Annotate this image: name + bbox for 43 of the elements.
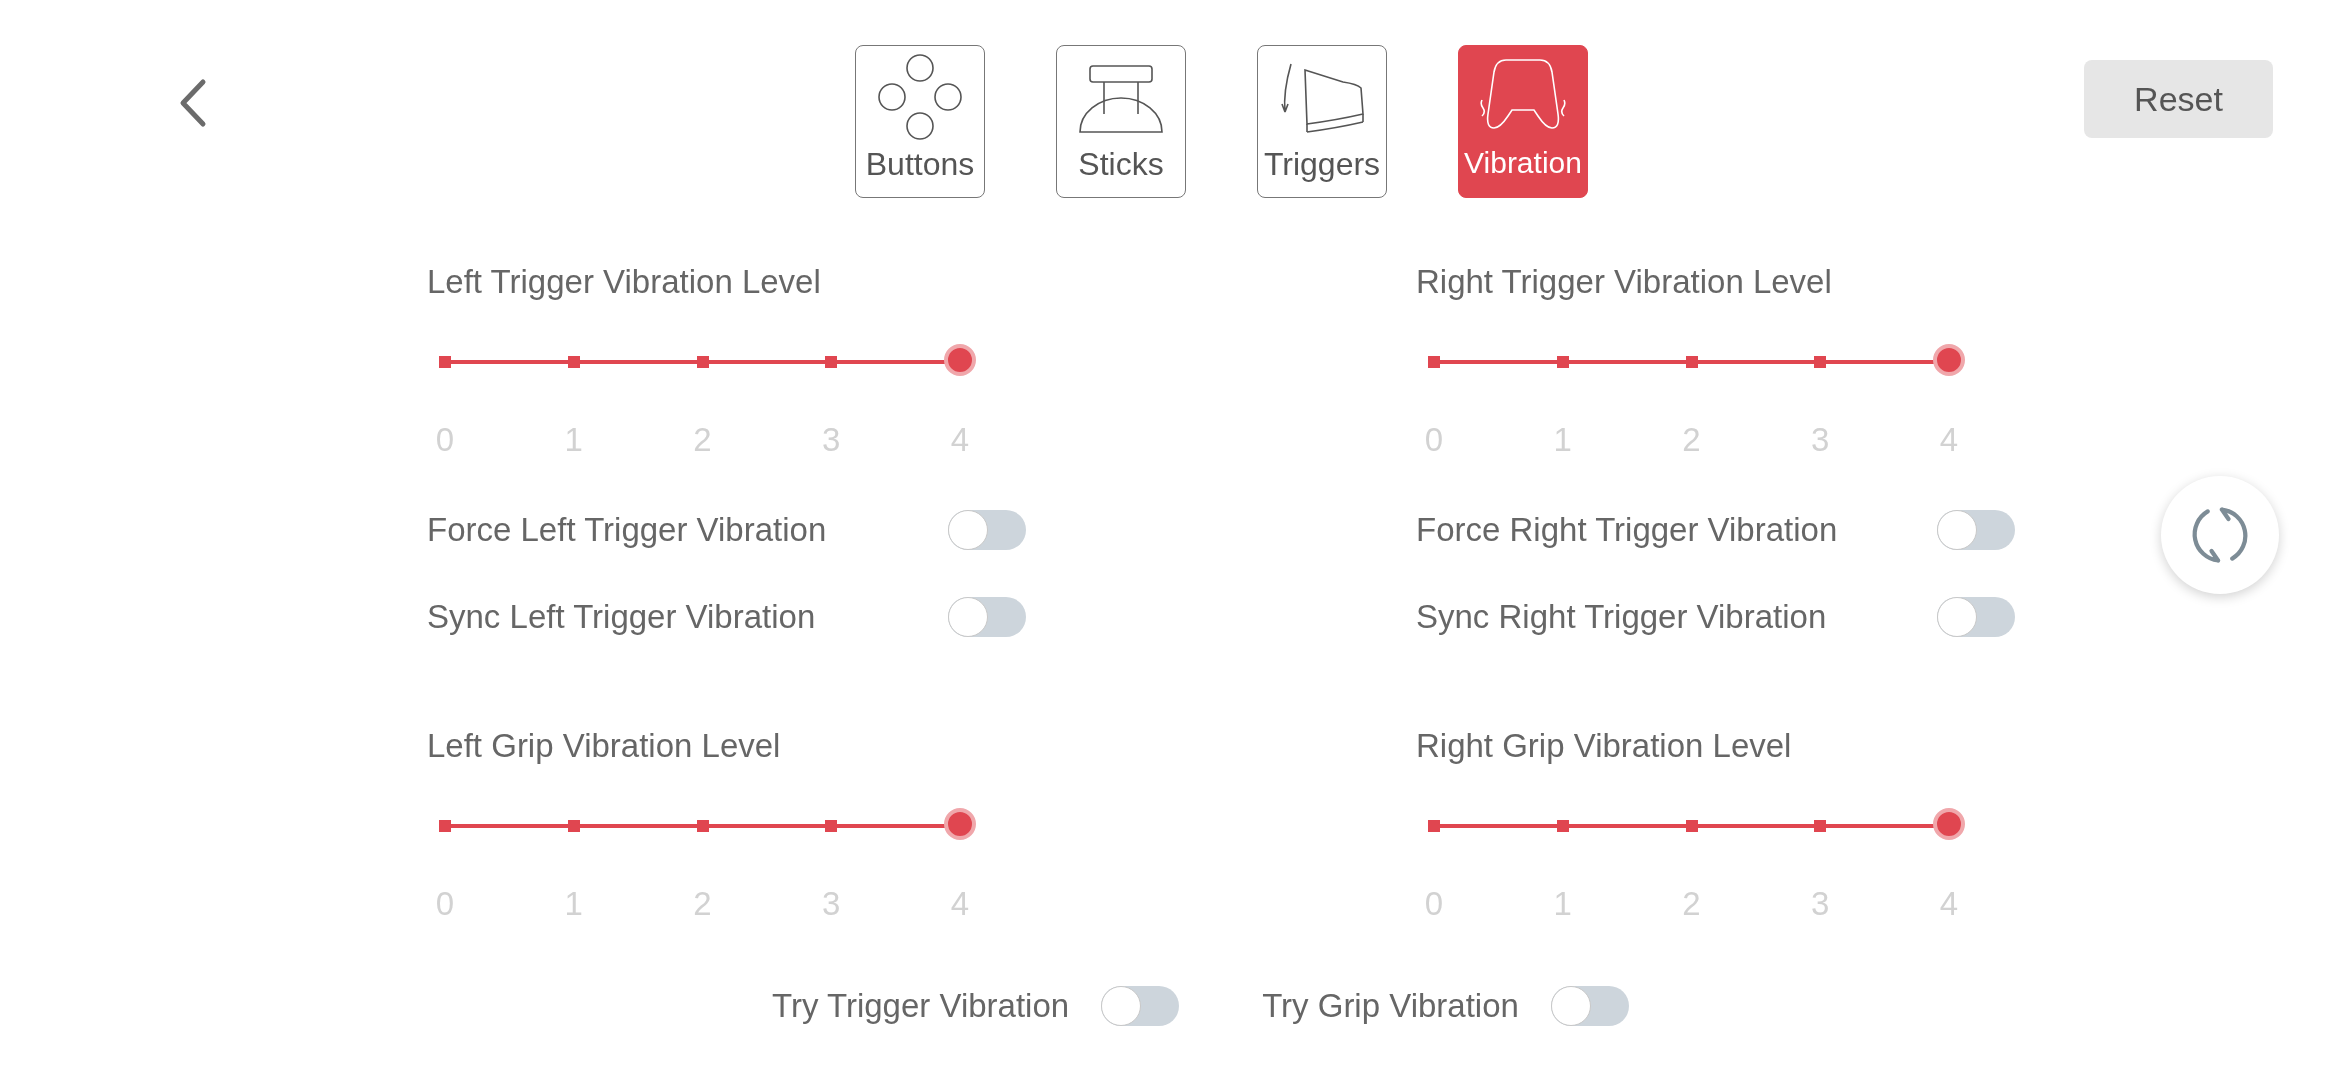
slider-thumb[interactable] <box>1933 344 1965 376</box>
toggle-switch[interactable] <box>948 510 1026 550</box>
slider-thumb[interactable] <box>944 808 976 840</box>
tick-mark <box>1556 356 1569 368</box>
tick-mark <box>1814 820 1827 832</box>
toggle-label: Force Left Trigger Vibration <box>427 510 828 550</box>
tick-mark <box>1685 820 1698 832</box>
toggle-label: Try Grip Vibration <box>1262 986 1519 1026</box>
tab[interactable]: Vibration <box>1458 45 1588 198</box>
tick-mark <box>1428 820 1440 832</box>
tab[interactable]: Buttons <box>855 45 985 198</box>
tick-mark <box>1556 820 1569 832</box>
tick-mark <box>439 820 451 832</box>
tick-mark <box>567 820 580 832</box>
tick-mark <box>696 820 709 832</box>
toggle-switch[interactable] <box>1937 597 2015 637</box>
tick-mark <box>567 356 580 368</box>
toggle-label: Sync Left Trigger Vibration <box>427 597 817 637</box>
tab[interactable]: Sticks <box>1056 45 1186 198</box>
toggle-switch[interactable] <box>1550 986 1629 1026</box>
tick-mark <box>1428 356 1440 368</box>
toggle-label: Try Trigger Vibration <box>772 986 1070 1026</box>
toggle-switch[interactable] <box>1101 986 1180 1026</box>
slider-label: Right Grip Vibration Level <box>1416 727 1792 764</box>
rotate-button[interactable] <box>2161 476 2279 594</box>
slider-thumb[interactable] <box>944 344 976 376</box>
reset-button[interactable]: Reset <box>2084 60 2273 138</box>
slider-label: Left Trigger Vibration Level <box>427 263 821 300</box>
tick-mark <box>439 356 451 368</box>
tick-mark <box>696 356 709 368</box>
tab[interactable]: Triggers <box>1257 45 1387 198</box>
slider-label: Right Trigger Vibration Level <box>1416 263 1832 300</box>
toggle-switch[interactable] <box>948 597 1026 637</box>
slider-label: Left Grip Vibration Level <box>427 727 781 764</box>
tick-mark <box>825 820 838 832</box>
toggle-label: Force Right Trigger Vibration <box>1416 510 1839 550</box>
toggle-label: Sync Right Trigger Vibration <box>1416 597 1828 637</box>
toggle-switch[interactable] <box>1937 510 2015 550</box>
buttons-icon <box>875 52 965 142</box>
tick-mark <box>1685 356 1698 368</box>
tick-mark <box>825 356 838 368</box>
slider-thumb[interactable] <box>1933 808 1965 840</box>
tick-mark <box>1814 356 1827 368</box>
